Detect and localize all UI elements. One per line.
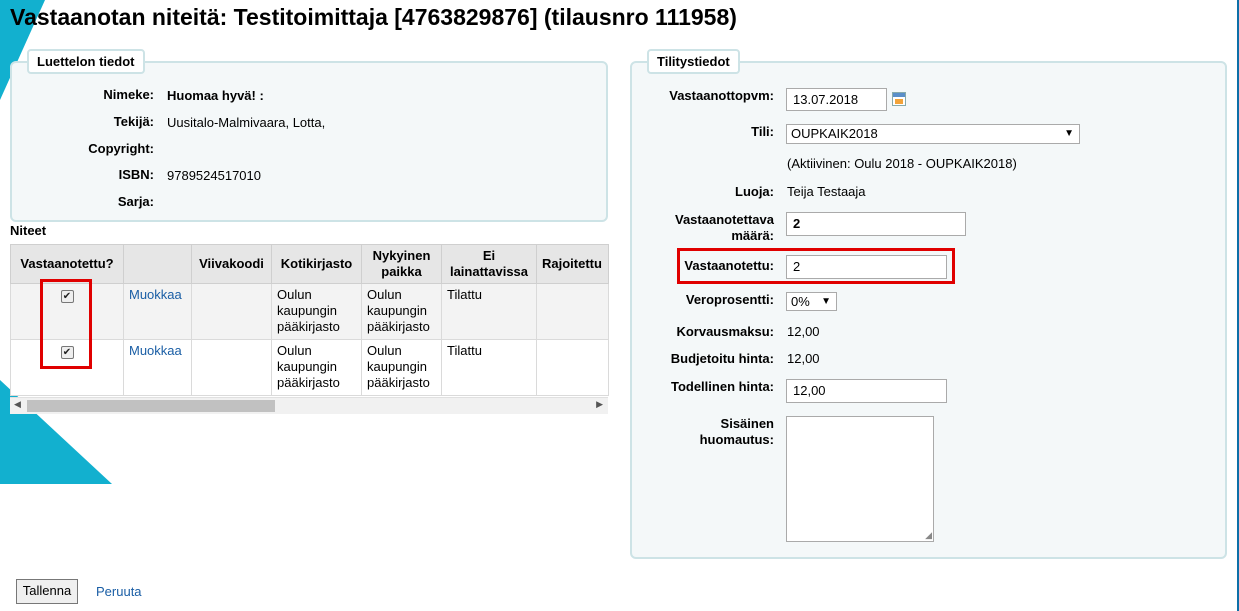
scroll-left-icon[interactable]: ◀: [14, 399, 21, 410]
tax-selected-value: 0%: [791, 294, 810, 309]
actual-price-input[interactable]: 12,00: [786, 379, 947, 403]
tax-label: Veroprosentti:: [685, 292, 774, 307]
fund-note: (Aktiivinen: Oulu 2018 - OUPKAIK2018): [787, 156, 1017, 171]
barcode-cell: [191, 283, 272, 340]
title-label: Nimeke:: [103, 87, 154, 102]
page-title: Vastaanotan niteitä: Testitoimittaja [47…: [10, 4, 737, 30]
fund-label: Tili:: [751, 124, 774, 139]
column-home-library: Kotikirjasto: [271, 244, 362, 284]
author-label: Tekijä:: [113, 114, 154, 129]
restricted-cell: [536, 283, 609, 340]
save-button[interactable]: Tallenna: [16, 579, 78, 604]
not-for-loan-cell: Tilattu: [441, 339, 537, 396]
title-value: Huomaa hyvä! :: [167, 88, 264, 103]
actual-price-label: Todellinen hinta:: [670, 379, 774, 394]
author-value: Uusitalo-Malmivaara, Lotta,: [167, 115, 326, 130]
dropdown-arrow-icon: ▼: [821, 296, 831, 307]
internal-note-textarea[interactable]: ◢: [786, 416, 934, 542]
received-date-input[interactable]: 13.07.2018: [786, 88, 887, 111]
column-current-location: Nykyinen paikka: [361, 244, 442, 284]
column-received: Vastaanotettu?: [10, 244, 124, 284]
creator-value: Teija Testaaja: [787, 184, 866, 199]
replacement-price-label: Korvausmaksu:: [676, 324, 774, 339]
series-label: Sarja:: [117, 194, 154, 209]
calendar-icon[interactable]: [892, 92, 906, 106]
creator-label: Luoja:: [735, 184, 774, 199]
restricted-cell: [536, 339, 609, 396]
column-actions: [123, 244, 192, 284]
catalog-details-legend: Luettelon tiedot: [27, 49, 145, 74]
replacement-price-value: 12,00: [787, 324, 820, 339]
quantity-input[interactable]: 2: [786, 212, 966, 236]
internal-note-label: Sisäinen huomautus:: [699, 416, 774, 447]
scroll-thumb[interactable]: [27, 400, 275, 412]
received-checkboxes-highlight: [40, 279, 92, 369]
home-library-cell: Oulun kaupungin pääkirjasto: [271, 339, 362, 396]
copyright-label: Copyright:: [88, 141, 154, 156]
barcode-cell: [191, 339, 272, 396]
isbn-label: ISBN:: [118, 167, 154, 182]
fund-select[interactable]: OUPKAIK2018 ▼: [786, 124, 1080, 144]
scroll-right-icon[interactable]: ▶: [596, 399, 603, 410]
budgeted-price-value: 12,00: [787, 351, 820, 366]
current-location-cell: Oulun kaupungin pääkirjasto: [361, 283, 442, 340]
edit-item-link[interactable]: Muokkaa: [129, 287, 182, 302]
not-for-loan-cell: Tilattu: [441, 283, 537, 340]
accounting-legend: Tilitystiedot: [647, 49, 740, 74]
column-not-for-loan: Ei lainattavissa: [441, 244, 537, 284]
dropdown-arrow-icon: ▼: [1064, 128, 1074, 139]
edit-item-link[interactable]: Muokkaa: [129, 343, 182, 358]
received-date-label: Vastaanottopvm:: [669, 88, 774, 103]
column-restricted: Rajoitettu: [536, 244, 609, 284]
quantity-label: Vastaanotettava määrä:: [675, 212, 774, 243]
tax-select[interactable]: 0% ▼: [786, 292, 837, 311]
items-heading: Niteet: [10, 223, 47, 238]
received-field-highlight: [677, 248, 955, 284]
home-library-cell: Oulun kaupungin pääkirjasto: [271, 283, 362, 340]
budgeted-price-label: Budjetoitu hinta:: [670, 351, 774, 366]
items-table: Vastaanotettu? Viivakoodi Kotikirjasto N…: [10, 244, 609, 396]
isbn-value: 9789524517010: [167, 168, 261, 183]
cancel-link[interactable]: Peruuta: [96, 584, 142, 600]
current-location-cell: Oulun kaupungin pääkirjasto: [361, 339, 442, 396]
resize-grip-icon[interactable]: ◢: [925, 531, 932, 540]
fund-selected-value: OUPKAIK2018: [791, 126, 878, 141]
table-horizontal-scrollbar[interactable]: ◀ ▶: [10, 397, 608, 414]
table-row: ✔ Muokkaa Oulun kaupungin pääkirjasto Ou…: [10, 283, 609, 340]
table-row: ✔ Muokkaa Oulun kaupungin pääkirjasto Ou…: [10, 339, 609, 396]
column-barcode: Viivakoodi: [191, 244, 272, 284]
